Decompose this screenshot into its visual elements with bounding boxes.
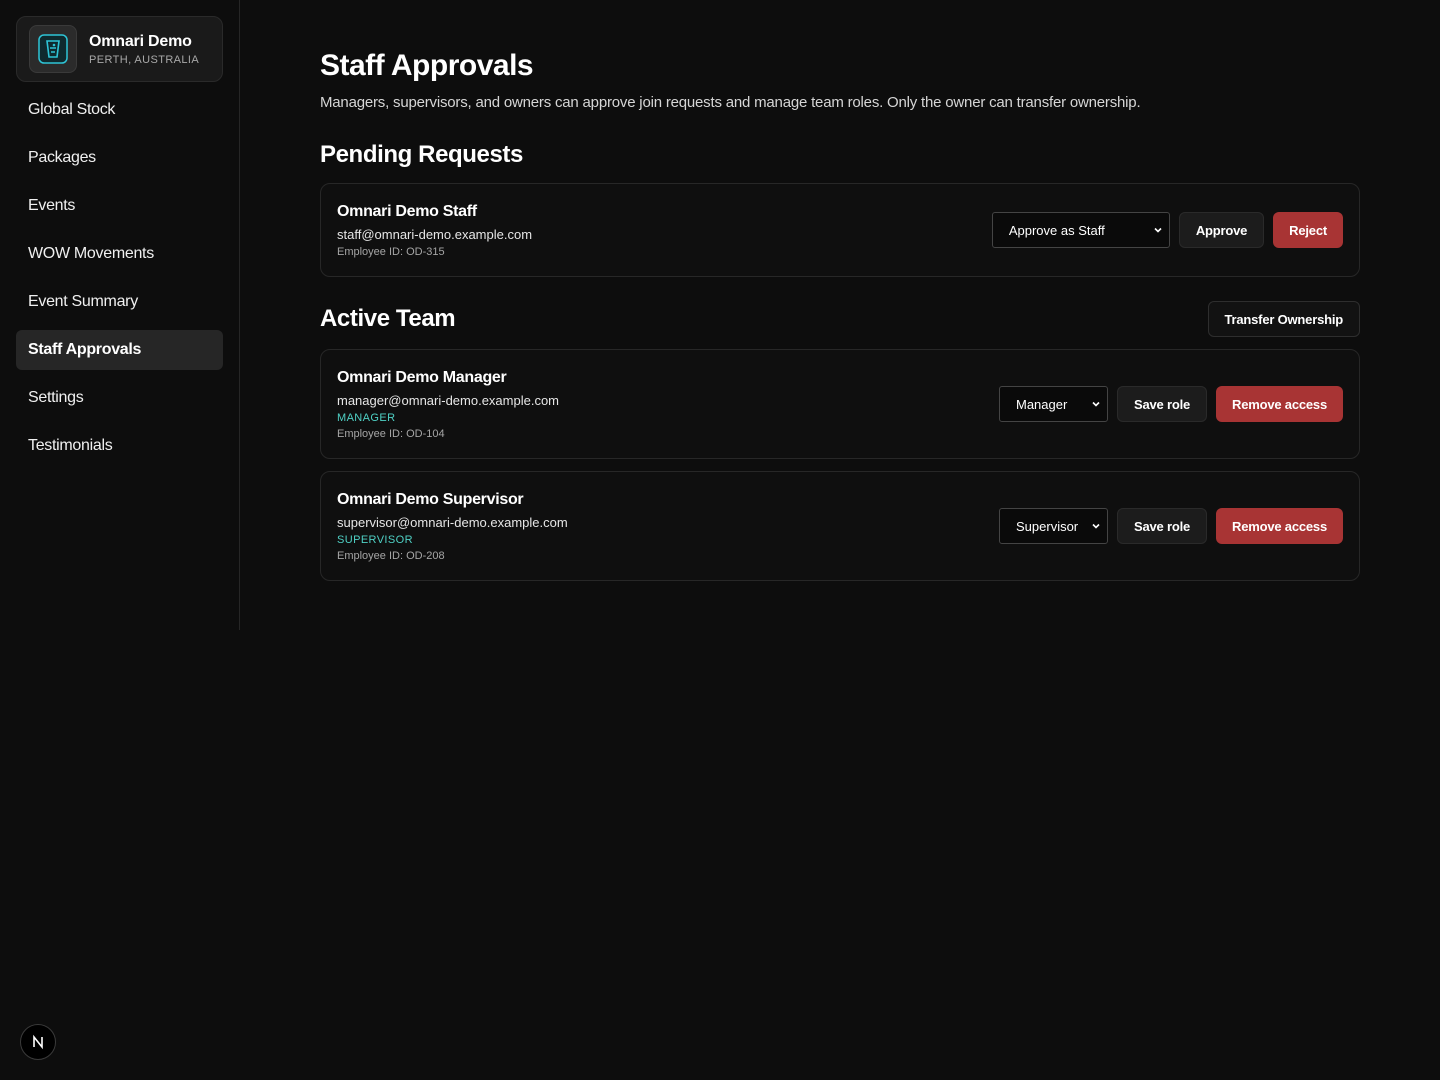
remove-access-button[interactable]: Remove access	[1216, 386, 1343, 422]
team-member-card: Omnari Demo Manager manager@omnari-demo.…	[320, 349, 1360, 459]
approve-button[interactable]: Approve	[1178, 212, 1265, 248]
pending-request-card: Omnari Demo Staff staff@omnari-demo.exam…	[320, 183, 1360, 277]
approve-role-value: Approve as Staff	[1008, 222, 1105, 238]
page-subtitle: Managers, supervisors, and owners can ap…	[320, 94, 1141, 111]
team-member-card: Omnari Demo Supervisor supervisor@omnari…	[320, 471, 1360, 581]
brand-name: Omnari Demo	[89, 32, 192, 50]
sidebar-item-events[interactable]: Events	[16, 186, 223, 226]
page-title: Staff Approvals	[320, 49, 534, 82]
sidebar-item-testimonials[interactable]: Testimonials	[16, 426, 223, 466]
save-role-button[interactable]: Save role	[1117, 508, 1208, 544]
member-name: Omnari Demo Manager	[337, 368, 507, 386]
remove-access-button[interactable]: Remove access	[1216, 508, 1343, 544]
member-employee-id: Employee ID: OD-208	[337, 549, 445, 562]
pending-requests-title: Pending Requests	[320, 141, 523, 168]
sidebar-item-event-summary[interactable]: Event Summary	[16, 282, 223, 322]
active-team-header: Active Team Transfer Ownership	[320, 301, 1360, 337]
member-email: supervisor@omnari-demo.example.com	[337, 514, 568, 530]
role-select[interactable]: Supervisor	[999, 508, 1108, 544]
member-employee-id: Employee ID: OD-104	[337, 427, 445, 440]
transfer-ownership-button[interactable]: Transfer Ownership	[1207, 301, 1360, 337]
sidebar-item-staff-approvals[interactable]: Staff Approvals	[16, 330, 223, 370]
main-content: Staff Approvals Managers, supervisors, a…	[320, 48, 1360, 581]
chevron-down-icon	[1092, 523, 1100, 529]
cocktail-glass-icon	[29, 25, 77, 73]
member-email: manager@omnari-demo.example.com	[337, 392, 560, 408]
brand-card[interactable]: Omnari Demo PERTH, AUSTRALIA	[16, 16, 223, 82]
approve-role-select[interactable]: Approve as Staff	[991, 212, 1170, 248]
member-role-badge: MANAGER	[337, 411, 396, 424]
member-name: Omnari Demo Supervisor	[337, 490, 524, 508]
sidebar-item-global-stock[interactable]: Global Stock	[16, 90, 223, 130]
chevron-down-icon	[1154, 227, 1162, 233]
sidebar-item-packages[interactable]: Packages	[16, 138, 223, 178]
sidebar-item-settings[interactable]: Settings	[16, 378, 223, 418]
chevron-down-icon	[1092, 401, 1100, 407]
request-employee-id: Employee ID: OD-315	[337, 245, 445, 258]
member-role-badge: SUPERVISOR	[337, 533, 413, 546]
request-email: staff@omnari-demo.example.com	[337, 226, 533, 242]
brand-location: PERTH, AUSTRALIA	[89, 53, 200, 66]
role-select-value: Manager	[1016, 396, 1068, 412]
save-role-button[interactable]: Save role	[1117, 386, 1208, 422]
sidebar: Omnari Demo PERTH, AUSTRALIA Global Stoc…	[0, 0, 240, 630]
sidebar-item-wow-movements[interactable]: WOW Movements	[16, 234, 223, 274]
active-team-title: Active Team	[320, 305, 456, 332]
role-select-value: Supervisor	[1016, 518, 1079, 534]
reject-button[interactable]: Reject	[1273, 212, 1343, 248]
role-select[interactable]: Manager	[999, 386, 1108, 422]
nextjs-n-icon[interactable]	[20, 1024, 56, 1060]
sidebar-nav: Global Stock Packages Events WOW Movemen…	[16, 90, 223, 466]
request-name: Omnari Demo Staff	[337, 202, 477, 220]
